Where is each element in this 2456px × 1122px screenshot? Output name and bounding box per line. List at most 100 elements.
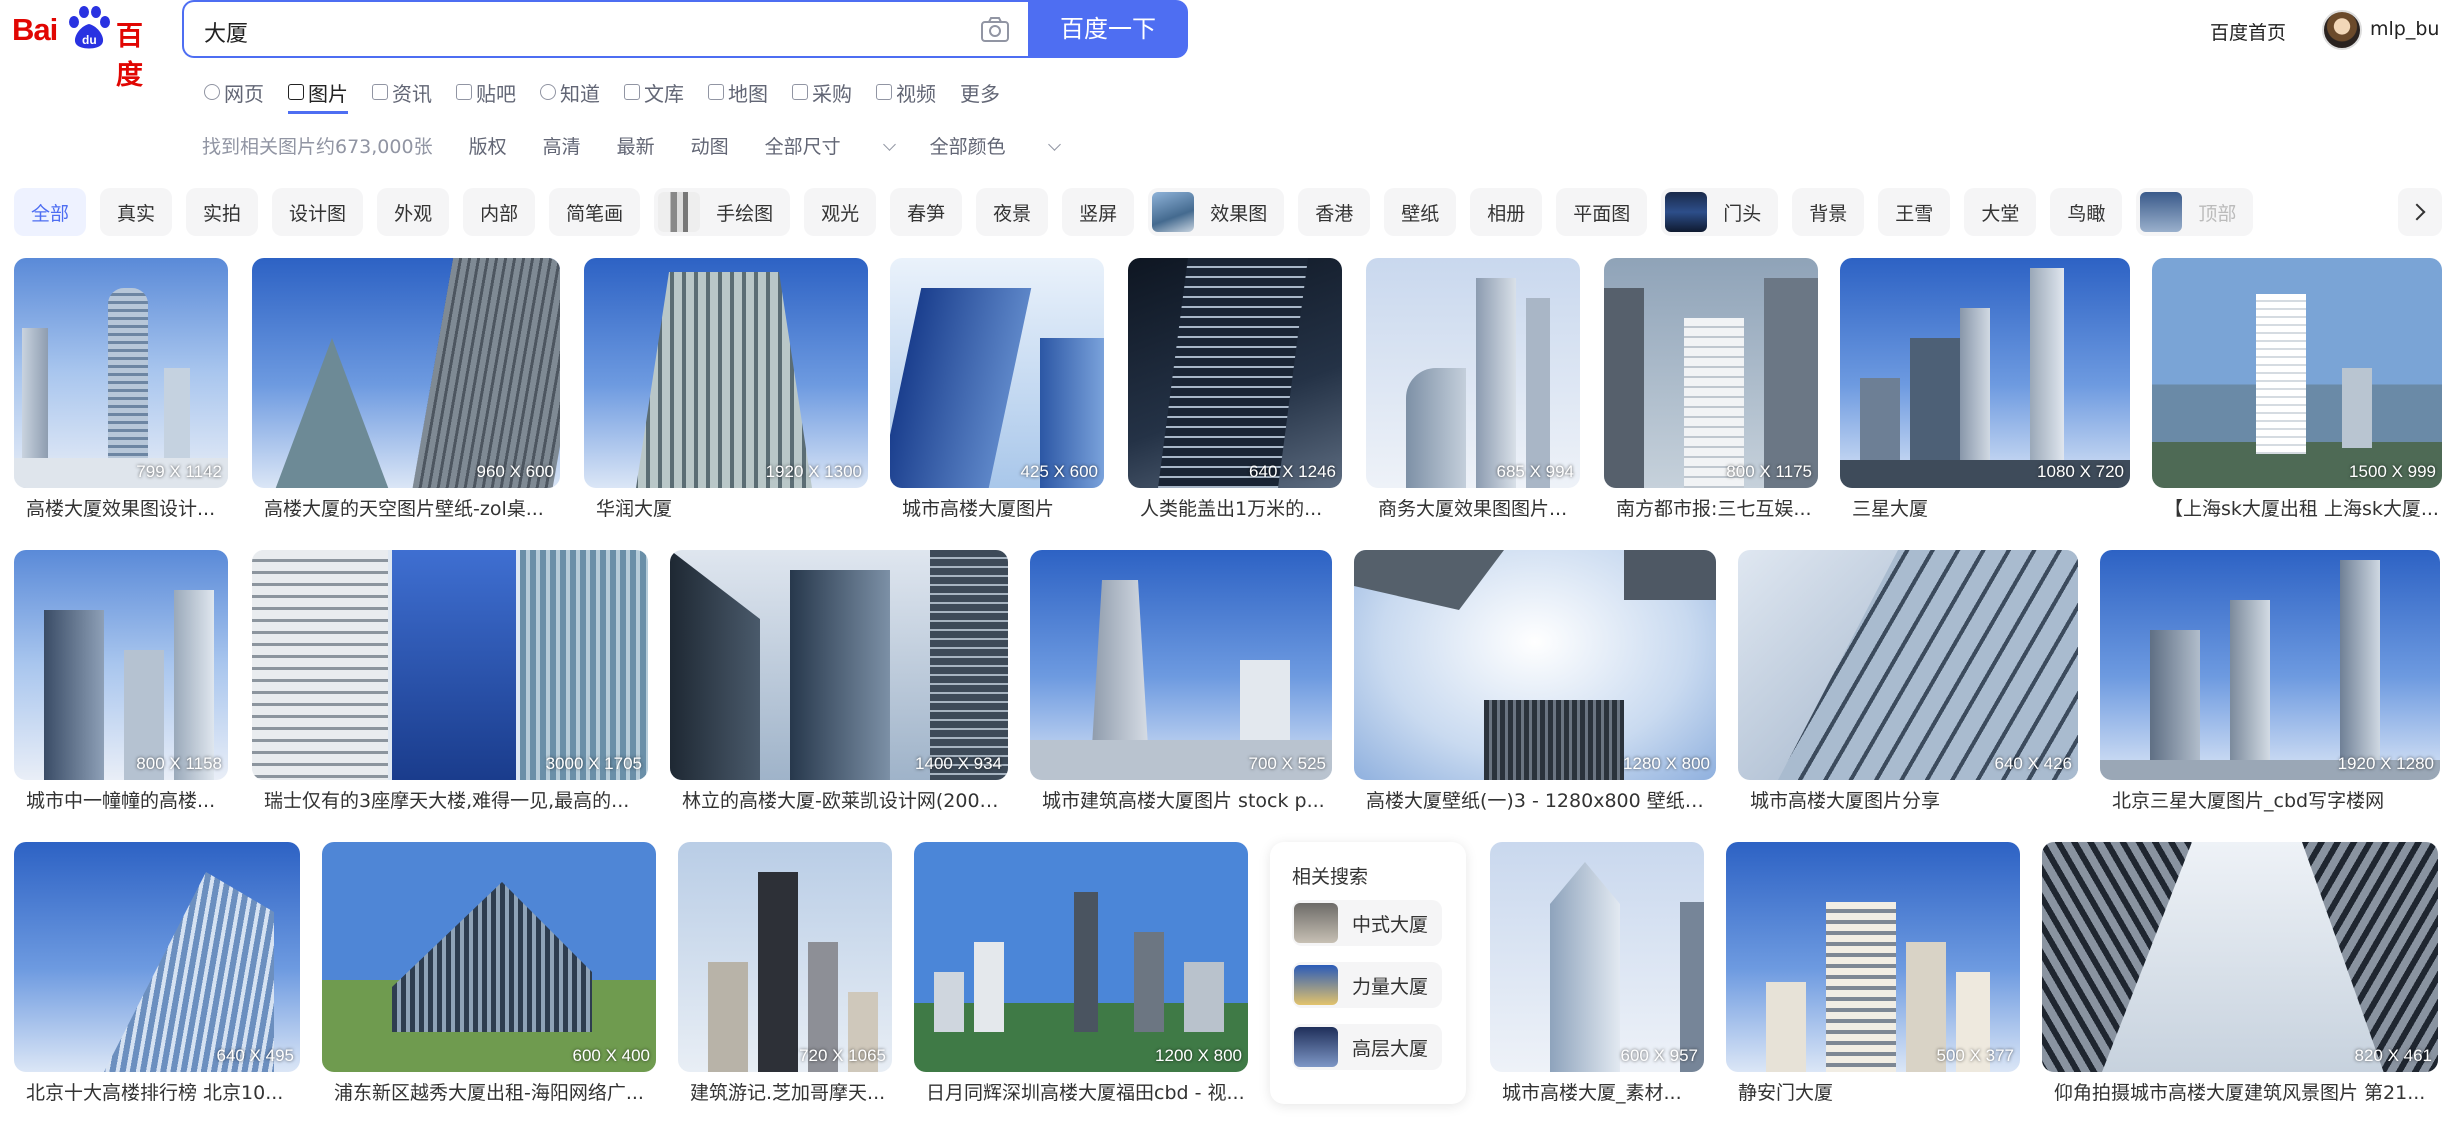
image-result[interactable]: 600 X 957 城市高楼大厦_素材... bbox=[1490, 842, 1704, 1112]
image-result[interactable]: 685 X 994 商务大厦效果图图片... bbox=[1366, 258, 1580, 528]
home-link[interactable]: 百度首页 bbox=[2210, 18, 2286, 45]
chip[interactable]: 门头 bbox=[1661, 188, 1779, 236]
image-result[interactable]: 600 X 400 浦东新区越秀大厦出租-海阳网络广... bbox=[322, 842, 656, 1112]
image-result[interactable]: 800 X 1158 城市中一幢幢的高楼... bbox=[14, 550, 228, 820]
result-caption[interactable]: 【上海sk大厦出租 上海sk大厦... bbox=[2164, 494, 2440, 521]
result-thumbnail[interactable]: 640 X 426 bbox=[1738, 550, 2078, 780]
result-thumbnail[interactable]: 1920 X 1280 bbox=[2100, 550, 2440, 780]
chip[interactable]: 顶部 bbox=[2136, 188, 2254, 236]
related-item[interactable]: 高层大厦 bbox=[1292, 1024, 1442, 1070]
result-caption[interactable]: 商务大厦效果图图片... bbox=[1378, 494, 1578, 521]
chip[interactable]: 相册 bbox=[1470, 188, 1543, 236]
image-result[interactable]: 960 X 600 高楼大厦的天空图片壁纸-zol桌... bbox=[252, 258, 560, 528]
result-thumbnail[interactable]: 1200 X 800 bbox=[914, 842, 1248, 1072]
result-thumbnail[interactable]: 820 X 461 bbox=[2042, 842, 2438, 1072]
tab-zhidao[interactable]: 知道 bbox=[540, 76, 600, 108]
result-caption[interactable]: 城市中一幢幢的高楼... bbox=[26, 786, 226, 813]
result-caption[interactable]: 城市高楼大厦图片 bbox=[902, 494, 1102, 521]
chip[interactable]: 效果图 bbox=[1148, 188, 1285, 236]
result-caption[interactable]: 静安门大厦 bbox=[1738, 1078, 2018, 1105]
image-result[interactable]: 1200 X 800 日月同辉深圳高楼大厦福田cbd - 视... bbox=[914, 842, 1248, 1112]
result-caption[interactable]: 建筑游记.芝加哥摩天... bbox=[690, 1078, 890, 1105]
search-button[interactable]: 百度一下 bbox=[1028, 0, 1188, 58]
result-caption[interactable]: 林立的高楼大厦-欧莱凯设计网(2008... bbox=[682, 786, 1008, 813]
image-result[interactable]: 800 X 1175 南方都市报:三七互娱... bbox=[1604, 258, 1818, 528]
image-result[interactable]: 1920 X 1300 华润大厦 bbox=[584, 258, 868, 528]
chip[interactable]: 简笔画 bbox=[549, 188, 641, 236]
tab-images[interactable]: 图片 bbox=[288, 76, 348, 114]
filter-hd[interactable]: 高清 bbox=[543, 132, 581, 159]
image-result[interactable]: 500 X 377 静安门大厦 bbox=[1726, 842, 2020, 1112]
chip[interactable]: 观光 bbox=[804, 188, 877, 236]
chip[interactable]: 实拍 bbox=[186, 188, 259, 236]
result-caption[interactable]: 城市高楼大厦_素材... bbox=[1502, 1078, 1702, 1105]
result-thumbnail[interactable]: 500 X 377 bbox=[1726, 842, 2020, 1072]
result-caption[interactable]: 高楼大厦的天空图片壁纸-zol桌... bbox=[264, 494, 554, 521]
result-thumbnail[interactable]: 3000 X 1705 bbox=[252, 550, 648, 780]
camera-icon[interactable] bbox=[980, 16, 1010, 44]
tab-map[interactable]: 地图 bbox=[708, 76, 768, 108]
result-thumbnail[interactable]: 640 X 495 bbox=[14, 842, 300, 1072]
chip[interactable]: 竖屏 bbox=[1062, 188, 1135, 236]
image-result[interactable]: 700 X 525 城市建筑高楼大厦图片 stock p... bbox=[1030, 550, 1332, 820]
chip[interactable]: 壁纸 bbox=[1384, 188, 1457, 236]
result-thumbnail[interactable]: 1500 X 999 bbox=[2152, 258, 2442, 488]
result-thumbnail[interactable]: 685 X 994 bbox=[1366, 258, 1580, 488]
search-input[interactable]: 大厦 bbox=[182, 0, 1028, 58]
result-caption[interactable]: 三星大厦 bbox=[1852, 494, 2128, 521]
image-result[interactable]: 1280 X 800 高楼大厦壁纸(一)3 - 1280x800 壁纸下... bbox=[1354, 550, 1716, 820]
image-result[interactable]: 3000 X 1705 瑞士仅有的3座摩天大楼,难得一见,最高的... bbox=[252, 550, 648, 820]
result-caption[interactable]: 仰角拍摄城市高楼大厦建筑风景图片 第21... bbox=[2054, 1078, 2438, 1105]
filter-animated[interactable]: 动图 bbox=[691, 132, 729, 159]
result-thumbnail[interactable]: 1920 X 1300 bbox=[584, 258, 868, 488]
result-thumbnail[interactable]: 799 X 1142 bbox=[14, 258, 228, 488]
chip[interactable]: 外观 bbox=[377, 188, 450, 236]
chip[interactable]: 鸟瞰 bbox=[2050, 188, 2123, 236]
chip[interactable]: 背景 bbox=[1792, 188, 1865, 236]
color-dropdown[interactable]: 全部颜色 bbox=[930, 132, 1061, 159]
result-caption[interactable]: 浦东新区越秀大厦出租-海阳网络广... bbox=[334, 1078, 656, 1105]
tab-wenku[interactable]: 文库 bbox=[624, 76, 684, 108]
result-caption[interactable]: 高楼大厦壁纸(一)3 - 1280x800 壁纸下... bbox=[1366, 786, 1716, 813]
result-thumbnail[interactable]: 1400 X 934 bbox=[670, 550, 1008, 780]
result-thumbnail[interactable]: 700 X 525 bbox=[1030, 550, 1332, 780]
result-caption[interactable]: 城市建筑高楼大厦图片 stock p... bbox=[1042, 786, 1332, 813]
tab-video[interactable]: 视频 bbox=[876, 76, 936, 108]
result-caption[interactable]: 南方都市报:三七互娱... bbox=[1616, 494, 1816, 521]
related-item[interactable]: 力量大厦 bbox=[1292, 962, 1442, 1008]
image-result[interactable]: 1500 X 999 【上海sk大厦出租 上海sk大厦... bbox=[2152, 258, 2442, 528]
image-result[interactable]: 640 X 1246 人类能盖出1万米的... bbox=[1128, 258, 1342, 528]
result-thumbnail[interactable]: 600 X 400 bbox=[322, 842, 656, 1072]
baidu-logo[interactable]: Bai du 百度 bbox=[12, 4, 162, 91]
chip[interactable]: 设计图 bbox=[272, 188, 364, 236]
tab-web[interactable]: 网页 bbox=[204, 76, 264, 108]
result-thumbnail[interactable]: 720 X 1065 bbox=[678, 842, 892, 1072]
tab-purchase[interactable]: 采购 bbox=[792, 76, 852, 108]
chip[interactable]: 王雪 bbox=[1878, 188, 1951, 236]
tab-news[interactable]: 资讯 bbox=[372, 76, 432, 108]
chevron-right-icon[interactable] bbox=[2398, 188, 2442, 236]
image-result[interactable]: 1920 X 1280 北京三星大厦图片_cbd写字楼网 bbox=[2100, 550, 2440, 820]
search-query[interactable]: 大厦 bbox=[204, 16, 248, 48]
tab-tieba[interactable]: 贴吧 bbox=[456, 76, 516, 108]
image-result[interactable]: 640 X 426 城市高楼大厦图片分享 bbox=[1738, 550, 2078, 820]
result-thumbnail[interactable]: 1280 X 800 bbox=[1354, 550, 1716, 780]
chip[interactable]: 平面图 bbox=[1556, 188, 1648, 236]
result-thumbnail[interactable]: 960 X 600 bbox=[252, 258, 560, 488]
chip[interactable]: 春笋 bbox=[890, 188, 963, 236]
tab-more[interactable]: 更多 bbox=[960, 76, 1000, 108]
size-dropdown[interactable]: 全部尺寸 bbox=[765, 132, 896, 159]
result-caption[interactable]: 瑞士仅有的3座摩天大楼,难得一见,最高的... bbox=[264, 786, 648, 813]
chip[interactable]: 手绘图 bbox=[654, 188, 791, 236]
result-thumbnail[interactable]: 425 X 600 bbox=[890, 258, 1104, 488]
chip[interactable]: 夜景 bbox=[976, 188, 1049, 236]
chip-all[interactable]: 全部 bbox=[14, 188, 87, 236]
image-result[interactable]: 1080 X 720 三星大厦 bbox=[1840, 258, 2130, 528]
image-result[interactable]: 820 X 461 仰角拍摄城市高楼大厦建筑风景图片 第21... bbox=[2042, 842, 2438, 1112]
result-thumbnail[interactable]: 800 X 1158 bbox=[14, 550, 228, 780]
result-thumbnail[interactable]: 800 X 1175 bbox=[1604, 258, 1818, 488]
result-caption[interactable]: 日月同辉深圳高楼大厦福田cbd - 视... bbox=[926, 1078, 1248, 1105]
result-caption[interactable]: 北京三星大厦图片_cbd写字楼网 bbox=[2112, 786, 2438, 813]
username[interactable]: mlp_bu bbox=[2370, 18, 2439, 40]
image-result[interactable]: 720 X 1065 建筑游记.芝加哥摩天... bbox=[678, 842, 892, 1112]
